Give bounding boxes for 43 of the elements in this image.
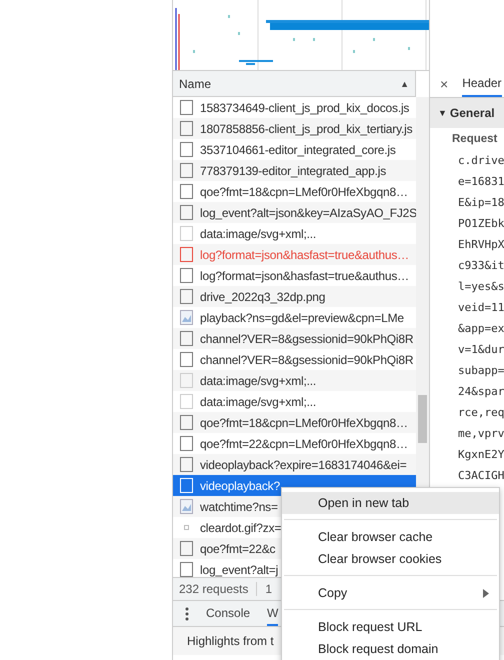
request-name: qoe?fmt=22&cpn=LMef0r0HfeXbgqn8… — [200, 436, 408, 450]
request-name: channel?VER=8&gsessionid=90kPhQi8R — [200, 352, 414, 366]
url-text: subapp= — [457, 363, 504, 379]
request-name: channel?VER=8&gsessionid=90kPhQi8R — [200, 332, 414, 346]
request-name: log_event?alt=j — [200, 562, 278, 576]
request-name: playback?ns=gd&el=preview&cpn=LMe — [200, 310, 404, 324]
status-text: 232 requests — [179, 582, 248, 596]
status-text: 1 — [265, 582, 272, 596]
request-name: data:image/svg+xml;... — [200, 394, 316, 408]
request-name: data:image/svg+xml;... — [200, 226, 316, 240]
request-name: log?format=json&hasfast=true&authus… — [200, 268, 409, 282]
url-text: veid=11 — [457, 300, 504, 316]
request-name: log_event?alt=json&key=AIzaSyAO_FJ2S — [200, 206, 417, 220]
url-text: EhRVHpX — [457, 237, 504, 253]
url-text: v=1&dur — [457, 342, 504, 358]
request-name: 1807858856-client_js_prod_kix_tertiary.js — [200, 122, 412, 136]
request-name: qoe?fmt=22&c — [200, 542, 276, 556]
request-name: videoplayback? — [200, 478, 280, 492]
url-text: me,vprv — [457, 426, 504, 442]
request-name: 3537104661-editor_integrated_core.js — [200, 142, 396, 156]
request-name: videoplayback?expire=1683174046&ei= — [200, 458, 407, 472]
request-name: watchtime?ns= — [200, 500, 278, 514]
url-text: E&ip=18 — [457, 195, 504, 211]
url-text: C3ACIGH — [457, 468, 504, 484]
request-name: qoe?fmt=18&cpn=LMef0r0HfeXbgqn8… — [200, 184, 408, 198]
url-text: KgxnE2Y — [457, 447, 504, 463]
url-text: e=16831 — [457, 174, 504, 190]
url-text: 24&spar — [457, 384, 504, 400]
url-text: c933&it — [457, 258, 504, 274]
request-name: drive_2022q3_32dp.png — [200, 290, 326, 304]
url-text: l=yes&s — [457, 279, 504, 295]
url-text: &app=ex — [457, 321, 504, 337]
field-label: Request — [451, 132, 498, 147]
url-text: PO1ZEbk — [457, 216, 504, 232]
message-text: Highlights from t — [187, 634, 274, 648]
request-name: 1583734649-client_js_prod_kix_docos.js — [200, 100, 410, 114]
url-text: rce,req — [457, 405, 504, 421]
url-text: c.drive — [457, 153, 504, 169]
request-name: qoe?fmt=18&cpn=LMef0r0HfeXbgqn8… — [200, 416, 408, 430]
request-name: data:image/svg+xml;... — [200, 374, 316, 388]
request-name: cleardot.gif?zx= — [200, 520, 282, 534]
request-name: log?format=json&hasfast=true&authus… — [200, 248, 409, 262]
request-name: 778379139-editor_integrated_app.js — [200, 164, 386, 178]
